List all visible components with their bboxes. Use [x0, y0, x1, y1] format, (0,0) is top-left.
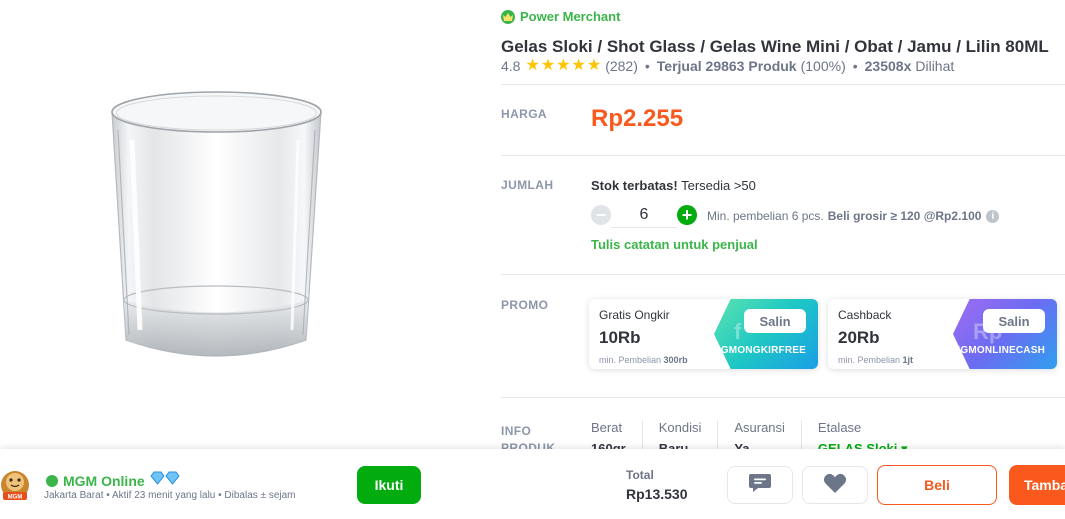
stock-warning: Stok terbatas!: [591, 178, 678, 193]
add-to-cart-button[interactable]: Tambah: [1009, 465, 1065, 505]
product-info-label-line1: INFO: [501, 424, 532, 438]
promo-code-panel: f Salin MGMONGKIRFREE: [714, 299, 818, 369]
product-image[interactable]: [0, 0, 440, 445]
svg-text:MGM: MGM: [8, 495, 23, 501]
stock-available: Tersedia >50: [681, 178, 756, 193]
promo-details: Gratis Ongkir 10Rb min. Pembelian 300rb: [599, 308, 688, 365]
divider: [501, 155, 1065, 156]
info-insurance-label: Asuransi: [734, 420, 785, 435]
quantity-increase-button[interactable]: +: [677, 205, 697, 225]
price-label: HARGA: [501, 107, 547, 121]
promo-min-prefix: min. Pembelian: [838, 355, 901, 365]
min-purchase-info: Min. pembelian 6 pcs. Beli grosir ≥ 120 …: [707, 209, 1000, 223]
power-merchant-icon: [501, 9, 515, 24]
free-shipping-icon: f: [734, 319, 742, 344]
total-label: Total: [626, 468, 654, 482]
promo-card-cashback[interactable]: Cashback 20Rb min. Pembelian 1jt Rp Sali…: [828, 299, 1057, 369]
product-price: Rp2.255: [591, 105, 684, 132]
wholesale-text: Beli grosir ≥ 120 @Rp2.100: [827, 209, 982, 223]
promo-code: MGMONGKIRFREE: [712, 345, 806, 356]
promo-value: 20Rb: [838, 328, 880, 347]
quantity-decrease-button[interactable]: −: [591, 205, 611, 225]
promo-min-prefix: min. Pembelian: [599, 355, 662, 365]
separator-dot: •: [644, 58, 650, 74]
promo-title: Cashback: [838, 308, 892, 322]
quantity-input[interactable]: [611, 202, 677, 228]
diamond-icon: [150, 471, 180, 490]
view-label: Dilihat: [915, 58, 955, 74]
promo-details: Cashback 20Rb min. Pembelian 1jt: [838, 308, 913, 365]
copy-code-button[interactable]: Salin: [744, 309, 806, 333]
divider: [501, 397, 1065, 398]
rating-stars[interactable]: ★ ★ ★ ★ ★: [525, 58, 601, 74]
shop-name[interactable]: MGM Online: [63, 473, 145, 489]
product-title: Gelas Sloki / Shot Glass / Gelas Wine Mi…: [501, 37, 1049, 56]
power-merchant-badge: Power Merchant: [501, 9, 620, 24]
star-icon: ★: [525, 57, 540, 74]
divider: [501, 84, 1065, 85]
promo-title: Gratis Ongkir: [599, 308, 670, 322]
promo-card-free-shipping[interactable]: Gratis Ongkir 10Rb min. Pembelian 300rb …: [589, 299, 818, 369]
sold-percentage: (100%): [800, 58, 846, 74]
view-count: 23508x: [864, 58, 912, 74]
separator-dot: •: [852, 58, 858, 74]
shop-name-row[interactable]: MGM Online: [46, 471, 180, 490]
star-icon: ★: [571, 57, 586, 74]
info-weight-label: Berat: [591, 420, 623, 435]
quantity-label: JUMLAH: [501, 178, 554, 192]
shot-glass-illustration: [111, 91, 322, 357]
star-icon: ★: [540, 57, 556, 74]
info-condition-label: Kondisi: [658, 420, 702, 435]
review-count[interactable]: (282): [605, 58, 638, 74]
power-merchant-icon: [46, 474, 58, 487]
rating-value: 4.8: [501, 58, 521, 74]
info-showcase-label: Etalase: [817, 420, 862, 435]
total-value: Rp13.530: [626, 486, 688, 502]
info-icon[interactable]: i: [986, 209, 1000, 223]
promo-min-purchase: min. Pembelian 1jt: [838, 355, 913, 365]
promo-code: MGMONLINECASH: [951, 345, 1045, 356]
stock-info: Stok terbatas! Tersedia >50: [591, 178, 756, 193]
promo-min-purchase: min. Pembelian 300rb: [599, 355, 688, 365]
divider: [501, 274, 1065, 275]
bottom-action-bar: MGM MGM Online Jakarta Barat • Aktif 23 …: [0, 449, 1065, 519]
promo-min-value: 300rb: [663, 355, 688, 365]
min-purchase-text: Min. pembelian 6 pcs.: [707, 209, 824, 223]
sold-count: Terjual 29863 Produk: [656, 58, 797, 74]
power-merchant-label: Power Merchant: [520, 9, 621, 24]
copy-code-button[interactable]: Salin: [983, 309, 1045, 333]
promo-label: PROMO: [501, 298, 549, 312]
write-note-link[interactable]: Tulis catatan untuk penjual: [591, 237, 758, 252]
product-meta-row: 4.8 ★ ★ ★ ★ ★ (282) • Terjual 29863 Prod…: [501, 58, 955, 75]
promo-min-value: 1jt: [902, 355, 914, 365]
promo-code-panel: Rp Salin MGMONLINECASH: [953, 299, 1057, 369]
chat-button[interactable]: [727, 466, 793, 504]
promo-value: 10Rb: [599, 328, 641, 347]
follow-shop-button[interactable]: Ikuti: [357, 466, 421, 504]
shop-avatar[interactable]: MGM: [0, 465, 34, 505]
shop-meta: Jakarta Barat • Aktif 23 menit yang lalu…: [44, 490, 296, 501]
wishlist-button[interactable]: [802, 466, 868, 504]
star-icon: ★: [556, 57, 571, 74]
chat-icon: [748, 472, 772, 499]
buy-now-button[interactable]: Beli: [877, 465, 997, 505]
star-icon: ★: [586, 57, 602, 74]
heart-icon: [823, 472, 847, 499]
